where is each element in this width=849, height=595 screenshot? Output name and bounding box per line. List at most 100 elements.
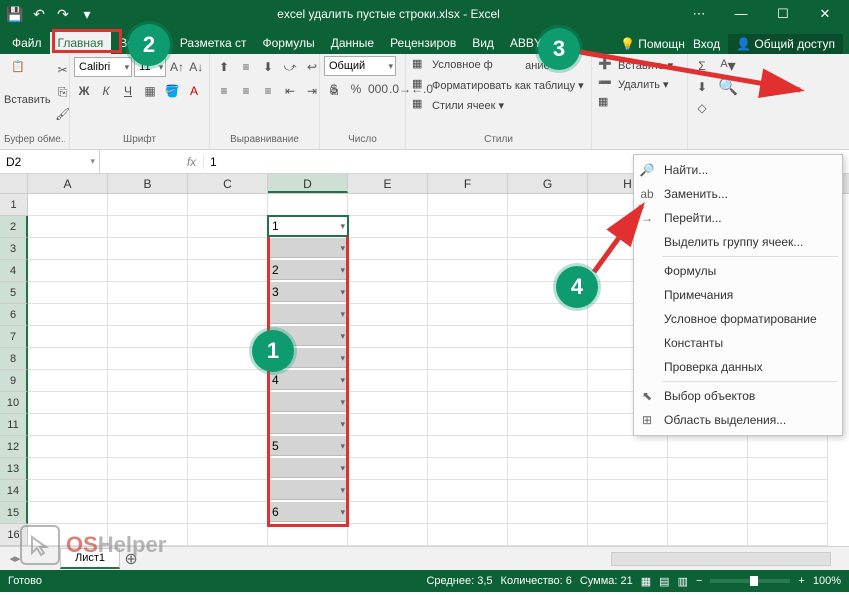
cell[interactable] <box>188 304 268 326</box>
row-header[interactable]: 9 <box>0 370 28 392</box>
cell[interactable] <box>348 414 428 436</box>
paste-button[interactable]: 📋 Вставить <box>4 56 51 106</box>
row-header[interactable]: 2 <box>0 216 28 238</box>
cell[interactable] <box>508 326 588 348</box>
cell[interactable] <box>748 436 828 458</box>
cell[interactable] <box>108 194 188 216</box>
cell[interactable] <box>588 436 668 458</box>
cell[interactable] <box>28 392 108 414</box>
cell[interactable] <box>268 238 348 258</box>
fill-color-icon[interactable]: 🪣 <box>162 81 182 101</box>
row-header[interactable]: 5 <box>0 282 28 304</box>
sort-filter-icon[interactable]: ᴬ▾ <box>718 56 738 76</box>
cell[interactable] <box>588 480 668 502</box>
cell[interactable] <box>188 370 268 392</box>
menu-item[interactable]: Примечания <box>634 283 842 307</box>
cell[interactable] <box>188 480 268 502</box>
row-header[interactable]: 8 <box>0 348 28 370</box>
undo-button[interactable]: ↶ <box>28 3 50 25</box>
cell[interactable] <box>428 436 508 458</box>
cell[interactable] <box>748 524 828 546</box>
cell[interactable] <box>508 216 588 238</box>
cell[interactable] <box>348 370 428 392</box>
clear-icon[interactable]: ◇ <box>692 98 712 118</box>
cell[interactable] <box>28 282 108 304</box>
shrink-font-icon[interactable]: A↓ <box>188 57 205 77</box>
cell[interactable] <box>348 216 428 238</box>
close-button[interactable]: ✕ <box>805 6 845 22</box>
view-break-icon[interactable]: ▥ <box>678 575 688 588</box>
cell[interactable] <box>348 524 428 546</box>
maximize-button[interactable]: ☐ <box>763 6 803 22</box>
cell[interactable]: 2 <box>268 260 348 280</box>
cell[interactable] <box>28 502 108 524</box>
minimize-button[interactable]: — <box>721 6 761 22</box>
cell[interactable] <box>348 282 428 304</box>
save-button[interactable]: 💾 <box>4 3 26 25</box>
cell[interactable] <box>348 458 428 480</box>
cell[interactable] <box>508 436 588 458</box>
cell[interactable] <box>508 414 588 436</box>
row-header[interactable]: 12 <box>0 436 28 458</box>
format-as-table-button[interactable]: ▦Форматировать как таблицу ▾ <box>410 76 587 94</box>
cell[interactable]: 3 <box>268 282 348 302</box>
cell[interactable] <box>268 414 348 434</box>
row-header[interactable]: 13 <box>0 458 28 480</box>
cell[interactable] <box>28 414 108 436</box>
qat-customize-icon[interactable]: ▾ <box>76 3 98 25</box>
cell[interactable] <box>28 326 108 348</box>
row-header[interactable]: 3 <box>0 238 28 260</box>
row-header[interactable]: 6 <box>0 304 28 326</box>
cell[interactable] <box>748 480 828 502</box>
cell[interactable] <box>428 392 508 414</box>
percent-icon[interactable]: % <box>346 79 366 99</box>
cell[interactable] <box>508 238 588 260</box>
row-header[interactable]: 10 <box>0 392 28 414</box>
zoom-level[interactable]: 100% <box>813 575 841 587</box>
column-header[interactable]: D <box>268 174 348 193</box>
underline-button[interactable]: Ч <box>118 81 138 101</box>
cell[interactable] <box>108 260 188 282</box>
cell[interactable] <box>188 502 268 524</box>
cell[interactable] <box>28 436 108 458</box>
align-top-icon[interactable]: ⬆ <box>214 57 234 77</box>
cell[interactable] <box>668 502 748 524</box>
cell[interactable]: 6 <box>268 502 348 522</box>
cell[interactable] <box>588 502 668 524</box>
cell[interactable] <box>28 260 108 282</box>
cell[interactable] <box>188 194 268 216</box>
cell[interactable] <box>108 216 188 238</box>
menu-item[interactable]: abЗаменить... <box>634 182 842 206</box>
cell[interactable] <box>428 260 508 282</box>
delete-cells-button[interactable]: ➖Удалить ▾ <box>596 75 671 93</box>
align-bottom-icon[interactable]: ⬇ <box>258 57 278 77</box>
cell[interactable] <box>508 370 588 392</box>
cell[interactable] <box>28 238 108 260</box>
menu-item[interactable]: ⊞Область выделения... <box>634 408 842 432</box>
cell[interactable] <box>348 436 428 458</box>
row-header[interactable]: 1 <box>0 194 28 216</box>
column-header[interactable]: F <box>428 174 508 193</box>
cell[interactable] <box>108 282 188 304</box>
cell[interactable] <box>428 370 508 392</box>
tab-формулы[interactable]: Формулы <box>255 32 323 54</box>
align-right-icon[interactable]: ≡ <box>258 81 278 101</box>
cell[interactable] <box>668 436 748 458</box>
insert-cells-button[interactable]: ➕Вставить ▾ <box>596 56 675 74</box>
cell[interactable] <box>428 216 508 238</box>
thousands-icon[interactable]: 000 <box>368 79 388 99</box>
row-header[interactable]: 11 <box>0 414 28 436</box>
cell[interactable] <box>28 370 108 392</box>
cell[interactable] <box>108 480 188 502</box>
cell[interactable] <box>508 348 588 370</box>
cell[interactable] <box>108 370 188 392</box>
cell[interactable] <box>108 392 188 414</box>
tab-главная[interactable]: Главная <box>50 32 112 54</box>
cell[interactable] <box>428 524 508 546</box>
view-layout-icon[interactable]: ▤ <box>659 575 669 588</box>
cell[interactable] <box>188 392 268 414</box>
menu-item[interactable]: Выделить группу ячеек... <box>634 230 842 254</box>
cell[interactable] <box>188 458 268 480</box>
align-left-icon[interactable]: ≡ <box>214 81 234 101</box>
cell[interactable] <box>108 304 188 326</box>
